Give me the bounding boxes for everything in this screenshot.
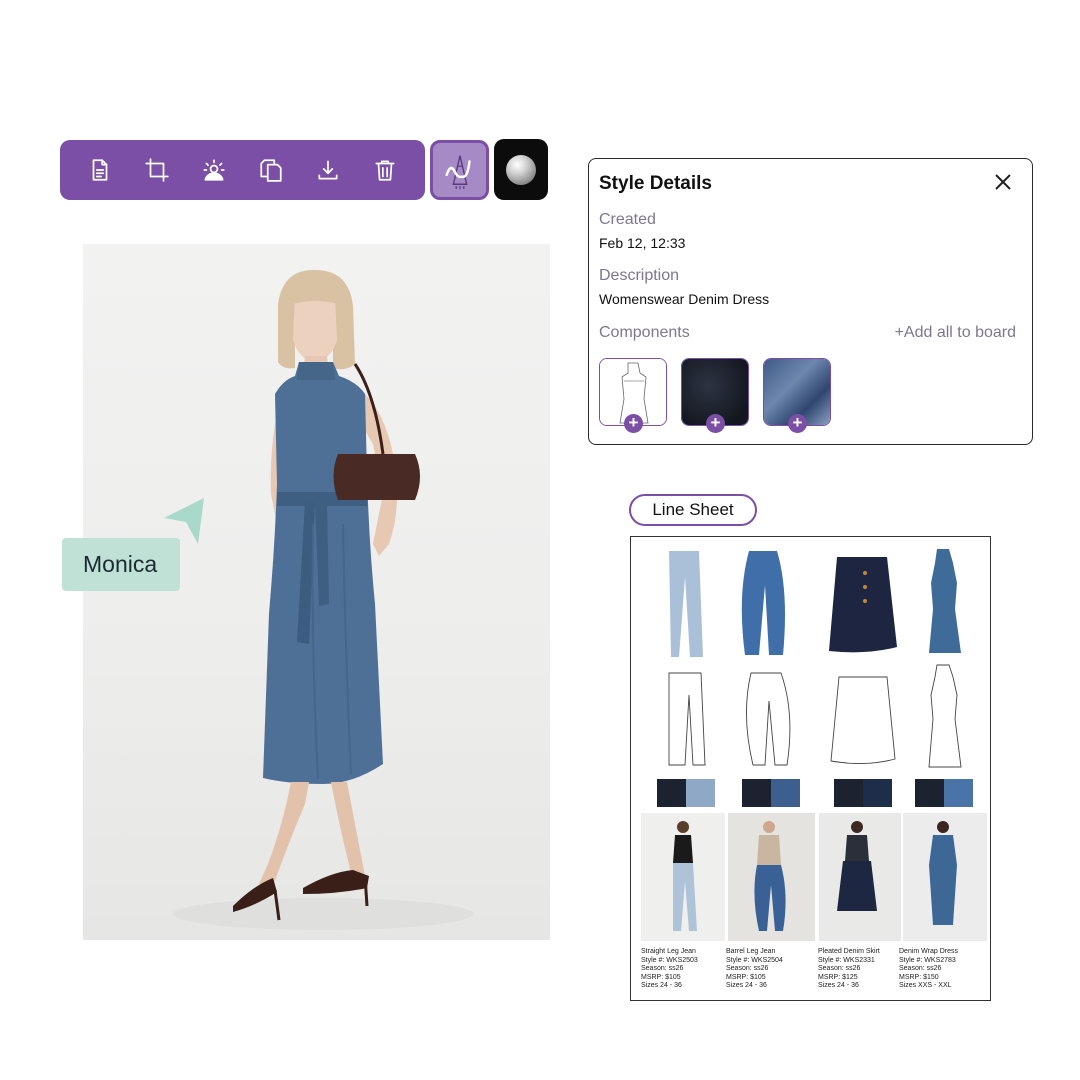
component-dark-denim-swatch[interactable]: + bbox=[681, 358, 749, 433]
crop-icon[interactable] bbox=[140, 153, 174, 187]
line-sheet-caption: Denim Wrap Dress Style #: WKS2783 Season:… bbox=[899, 948, 958, 989]
line-sheet-caption: Pleated Denim Skirt Style #: WKS2331 Seas… bbox=[818, 948, 880, 989]
model-in-denim-dress bbox=[173, 269, 473, 930]
component-flat-sketch[interactable]: + bbox=[599, 358, 667, 433]
product-photo[interactable] bbox=[83, 244, 550, 940]
description-value: Womenswear Denim Dress bbox=[599, 291, 770, 307]
image-toolbar bbox=[60, 140, 425, 200]
line-sheet-artwork bbox=[641, 549, 987, 941]
collaborator-label: Monica bbox=[62, 538, 180, 591]
trash-icon[interactable] bbox=[368, 153, 402, 187]
relight-icon[interactable] bbox=[197, 153, 231, 187]
created-label: Created bbox=[599, 211, 656, 228]
pen-icon[interactable] bbox=[430, 140, 489, 200]
description-label: Description bbox=[599, 267, 680, 284]
line-sheet-caption: Barrel Leg Jean Style #: WKS2504 Season: … bbox=[726, 948, 783, 989]
components-label: Components bbox=[599, 324, 690, 341]
line-sheet-caption: Straight Leg Jean Style #: WKS2503 Season… bbox=[641, 948, 698, 989]
created-value: Feb 12, 12:33 bbox=[599, 235, 686, 251]
line-sheet-tab[interactable]: Line Sheet bbox=[629, 494, 757, 526]
component-light-denim-swatch[interactable]: + bbox=[763, 358, 831, 433]
document-icon[interactable] bbox=[83, 153, 117, 187]
close-icon[interactable] bbox=[994, 173, 1012, 191]
style-details-panel: Style Details Created Feb 12, 12:33 Desc… bbox=[588, 158, 1033, 445]
line-sheet[interactable]: Straight Leg Jean Style #: WKS2503 Season… bbox=[630, 536, 991, 1001]
add-all-to-board-button[interactable]: +Add all to board bbox=[895, 324, 1016, 342]
color-swatch bbox=[506, 154, 536, 185]
download-icon[interactable] bbox=[311, 153, 345, 187]
add-component-button[interactable]: + bbox=[788, 414, 807, 433]
add-component-button[interactable]: + bbox=[624, 414, 643, 433]
duplicate-icon[interactable] bbox=[254, 153, 288, 187]
color-swatch-button[interactable] bbox=[494, 139, 548, 200]
panel-title: Style Details bbox=[599, 173, 712, 194]
add-component-button[interactable]: + bbox=[706, 414, 725, 433]
